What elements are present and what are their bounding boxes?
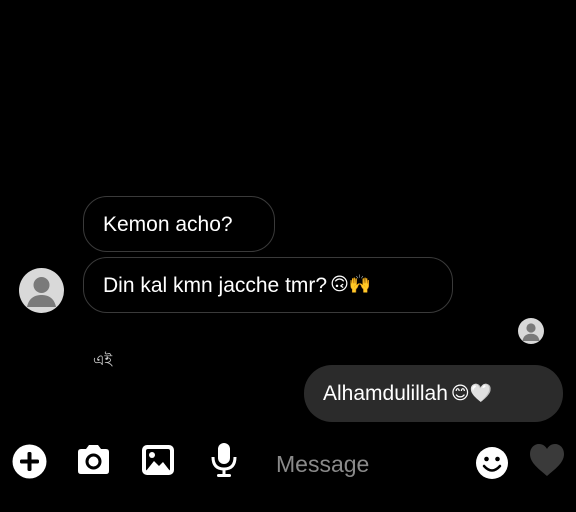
heart-icon[interactable] — [527, 442, 567, 478]
message-text: Kemon acho? — [103, 212, 233, 236]
seen-label: এই — [93, 351, 113, 369]
message-bubble-incoming[interactable]: Din kal kmn jacche tmr? 🙃🙌 — [83, 257, 453, 313]
camera-icon[interactable] — [75, 444, 112, 476]
emoji-icon[interactable] — [475, 446, 509, 480]
seen-avatar — [518, 318, 544, 344]
message-text: Alhamdulillah — [323, 382, 448, 405]
contact-avatar[interactable] — [19, 268, 64, 313]
gallery-icon[interactable] — [141, 444, 175, 476]
message-bubble-outgoing[interactable]: Alhamdulillah 😊🤍 — [304, 365, 563, 422]
message-emoji: 😊🤍 — [450, 382, 493, 404]
message-bubble-incoming[interactable]: Kemon acho? — [83, 196, 275, 252]
message-text: Din kal kmn jacche tmr? — [103, 273, 328, 297]
add-icon[interactable] — [12, 444, 47, 479]
message-input[interactable] — [276, 449, 456, 479]
message-emoji: 🙃🙌 — [330, 274, 372, 295]
microphone-icon[interactable] — [210, 442, 238, 478]
